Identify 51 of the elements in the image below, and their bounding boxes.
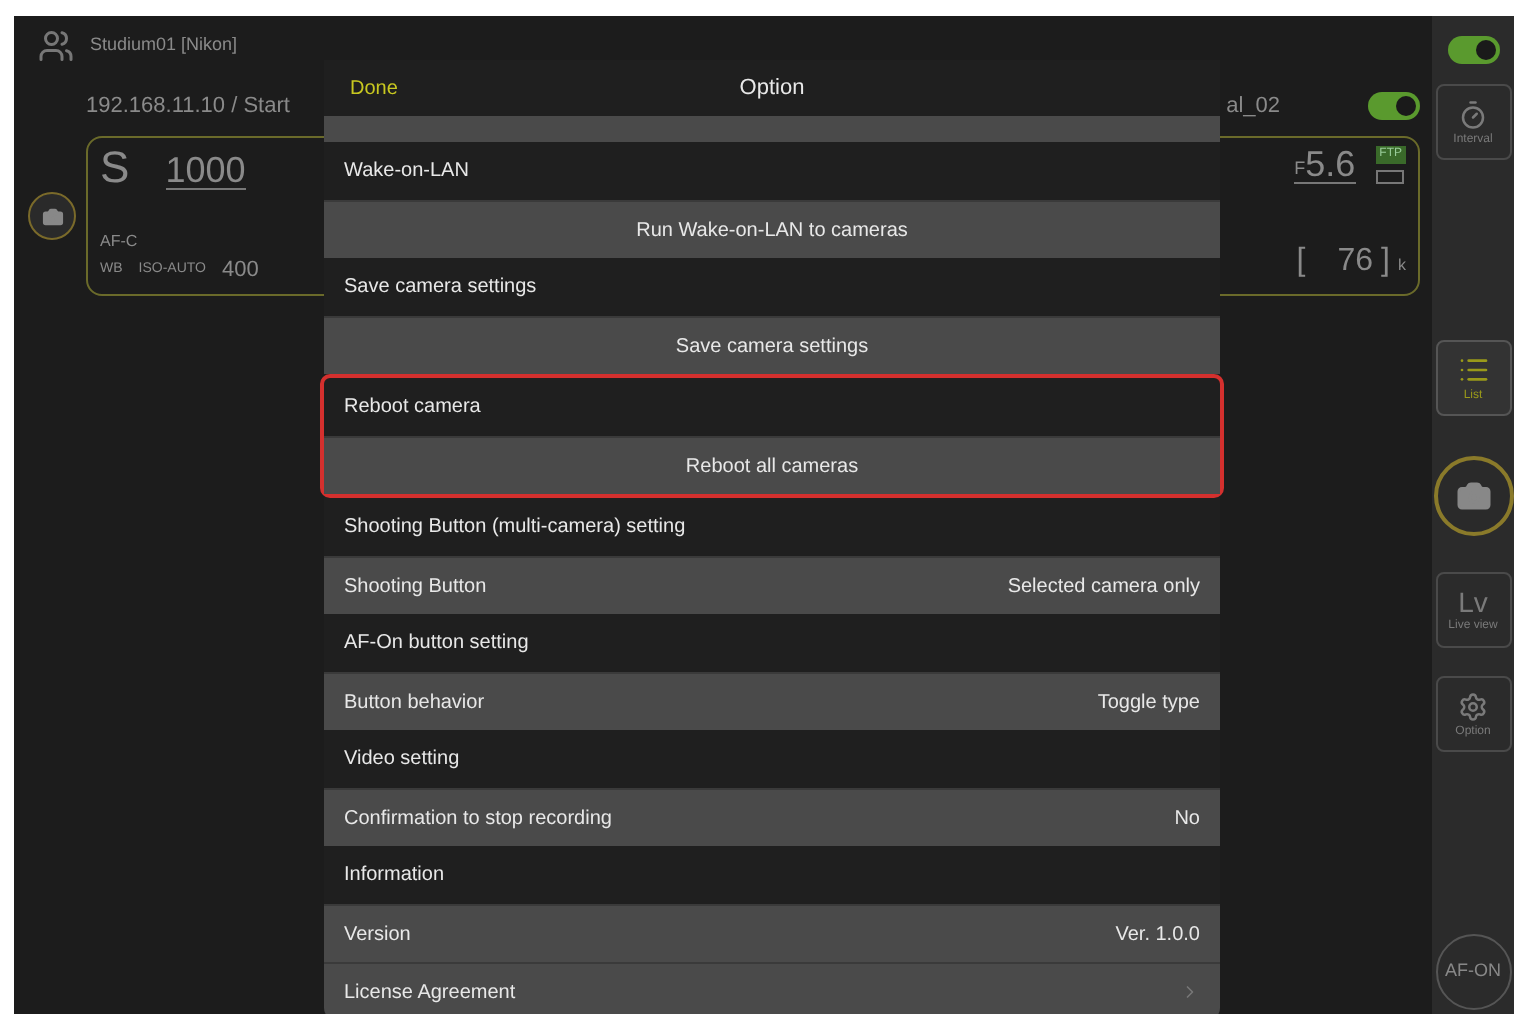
- setting-row[interactable]: Version Ver. 1.0.0: [324, 904, 1220, 962]
- gear-icon: [1458, 691, 1488, 721]
- group-icon: [38, 28, 74, 64]
- toggle-switch[interactable]: [1368, 92, 1420, 120]
- section-header: Shooting Button (multi-camera) setting: [342, 514, 688, 542]
- link-row[interactable]: License Agreement: [324, 962, 1220, 1014]
- section-header: AF-On button setting: [342, 630, 531, 658]
- camera-button[interactable]: [28, 192, 76, 240]
- setting-label: Version: [344, 921, 411, 949]
- camera-icon: [41, 205, 63, 227]
- list-icon: [1457, 354, 1489, 386]
- section-header: Reboot camera: [342, 394, 483, 422]
- setting-value: No: [1174, 805, 1200, 833]
- sheet-title: Option: [739, 73, 805, 104]
- camera-icon: [1455, 478, 1491, 514]
- camera-address: 192.168.11.10 / Start: [86, 91, 290, 122]
- battery-icon: [1376, 170, 1405, 184]
- setting-value: Ver. 1.0.0: [1115, 921, 1200, 949]
- bracket-close: ]: [1381, 246, 1390, 278]
- camera-name: al_02: [1226, 91, 1280, 122]
- setting-value: Toggle type: [1097, 689, 1200, 717]
- done-button[interactable]: Done: [350, 73, 398, 103]
- shutter-reading: 1000: [165, 152, 246, 190]
- setting-label: Confirmation to stop recording: [344, 805, 612, 833]
- section-header: Video setting: [342, 746, 462, 774]
- link-label: License Agreement: [344, 979, 516, 1007]
- aperture-reading: 5.6: [1305, 146, 1356, 182]
- mode-reading: S: [100, 146, 130, 190]
- shots-remaining: 76: [1337, 246, 1374, 278]
- action-button[interactable]: Reboot all cameras: [324, 436, 1220, 494]
- count-unit: k: [1398, 254, 1406, 278]
- group-name: Studium01 [Nikon]: [90, 32, 238, 59]
- setting-row[interactable]: Button behavior Toggle type: [324, 672, 1220, 730]
- setting-value: Selected camera only: [1007, 573, 1200, 601]
- af-on-button[interactable]: AF-ON: [1435, 934, 1511, 1010]
- action-button[interactable]: Run Wake-on-LAN to cameras: [324, 200, 1220, 258]
- setting-label: Shooting Button: [344, 573, 487, 601]
- bracket-open: [: [1296, 246, 1306, 278]
- action-button[interactable]: Save camera settings: [324, 316, 1220, 374]
- setting-label: Button behavior: [344, 689, 485, 717]
- shutter-button[interactable]: [1433, 456, 1513, 536]
- aperture-prefix: F: [1294, 155, 1306, 181]
- focus-mode: AF-C: [100, 229, 140, 253]
- section-header: Save camera settings: [342, 274, 539, 302]
- section-header: Information: [342, 862, 447, 890]
- toggle-switch[interactable]: [1447, 36, 1499, 64]
- setting-row[interactable]: Shooting Button Selected camera only: [324, 556, 1220, 614]
- section-header: Wake-on-LAN: [342, 158, 471, 186]
- tile-big-label: Lv: [1458, 588, 1488, 616]
- iso-reading: 400: [222, 255, 259, 285]
- setting-row[interactable]: Confirmation to stop recording No: [324, 788, 1220, 846]
